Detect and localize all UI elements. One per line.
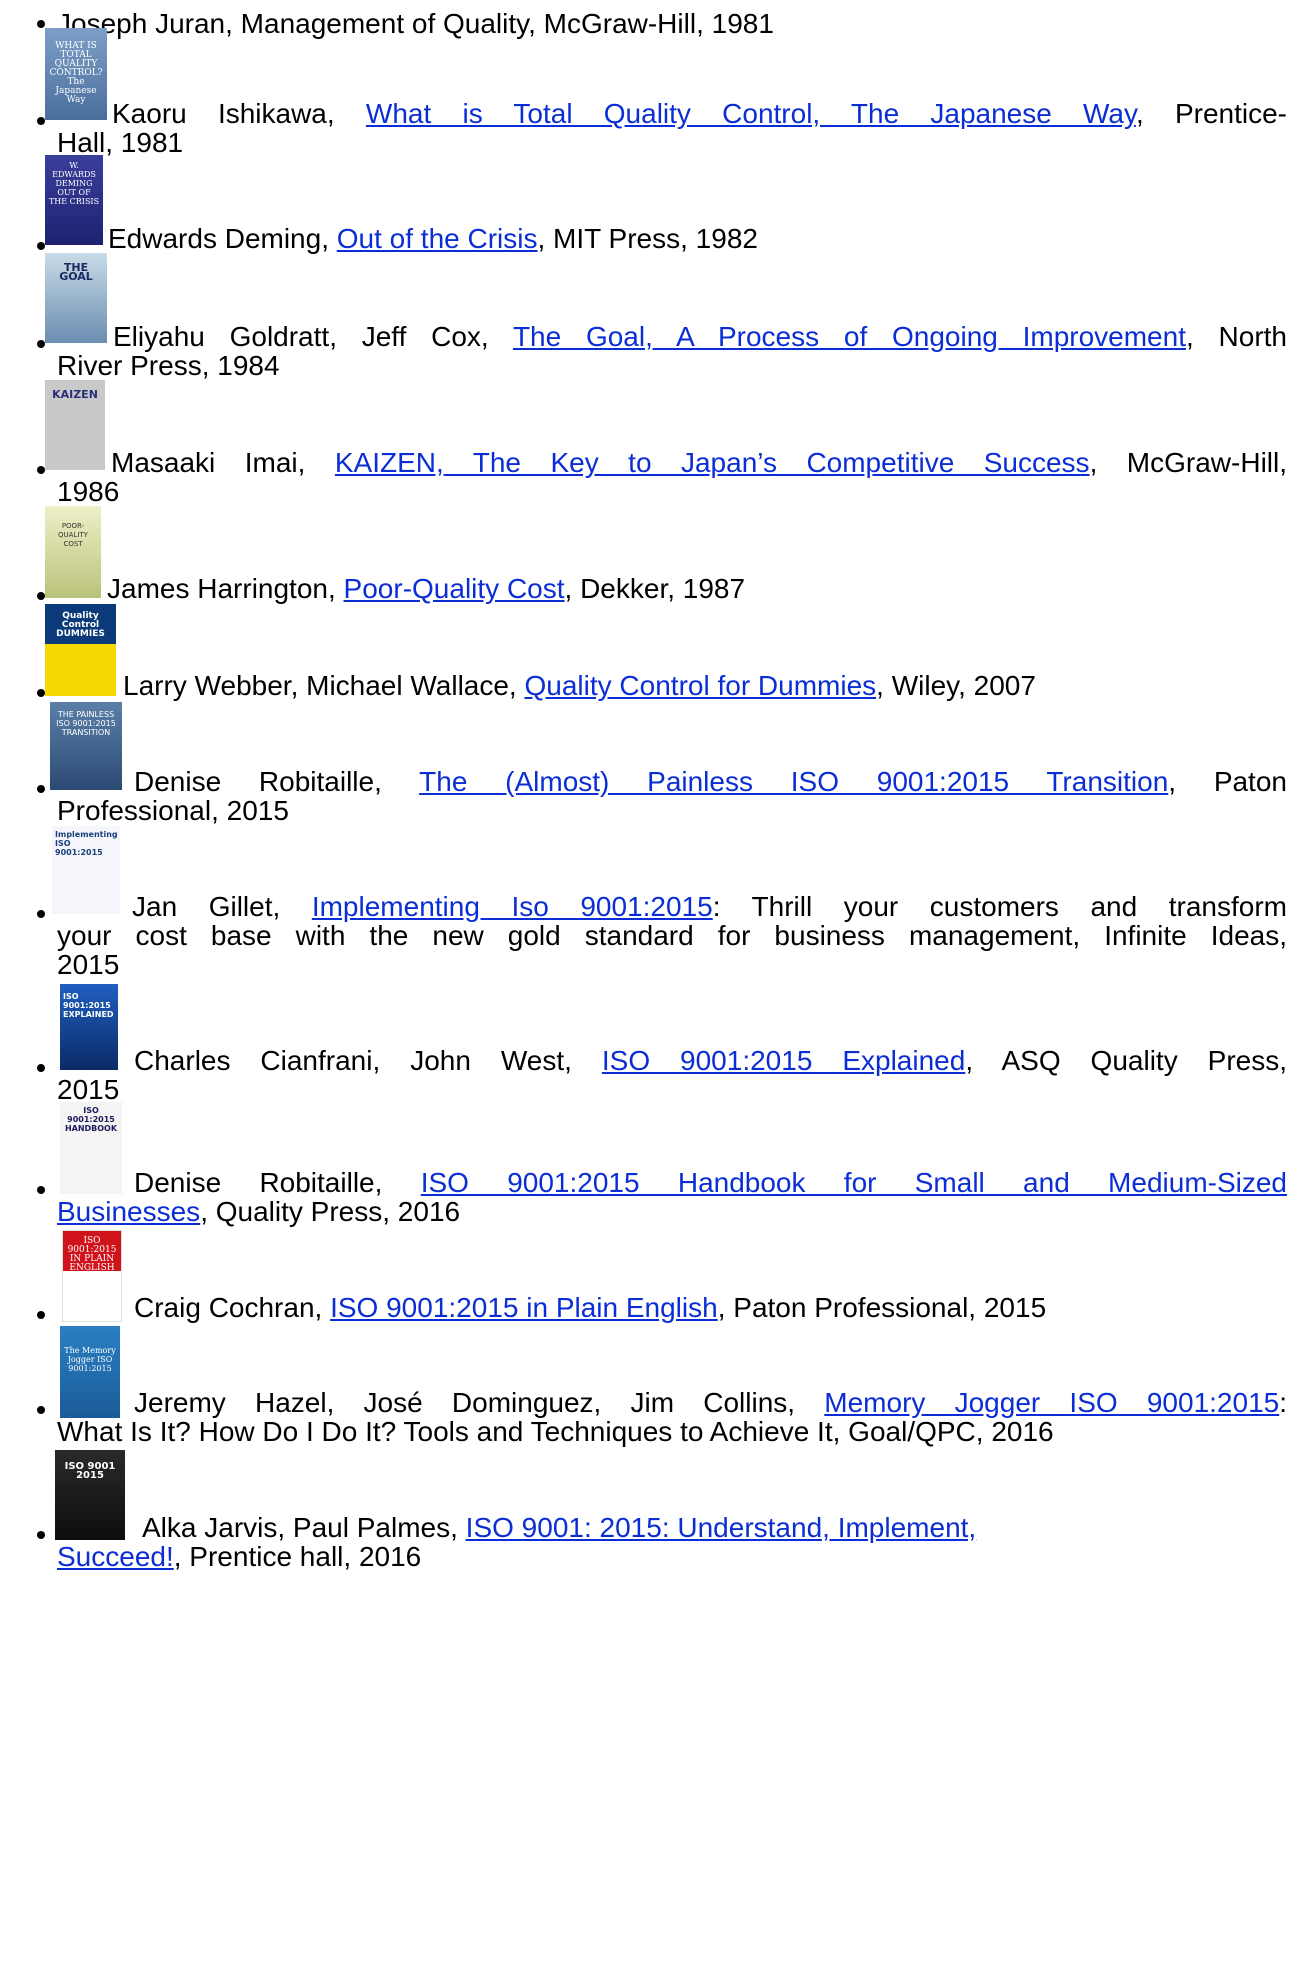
book-entry-jarvis-cont: Succeed!, Prentice hall, 2016 [57, 1541, 422, 1572]
book-entry-cochran: Craig Cochran, ISO 9001:2015 in Plain En… [134, 1292, 1047, 1323]
book-entry-harrington: James Harrington, Poor-Quality Cost, Dek… [107, 573, 746, 604]
list-bullet [37, 20, 45, 28]
book-entry-juran: Joseph Juran, Management of Quality, McG… [57, 8, 774, 39]
book-entry-cianfrani-cont: 2015 [57, 1074, 120, 1105]
list-bullet [37, 1186, 45, 1194]
list-bullet [37, 117, 45, 125]
list-bullet [37, 340, 45, 348]
book-link-jarvis-cont[interactable]: Succeed! [57, 1541, 174, 1572]
list-bullet [37, 1406, 45, 1414]
list-bullet [37, 785, 45, 793]
book-entry-robitaille-handbook-cont: Businesses, Quality Press, 2016 [57, 1196, 461, 1227]
list-bullet [37, 689, 45, 697]
book-entry-imai-cont: 1986 [57, 476, 120, 507]
book-link-harrington[interactable]: Poor-Quality Cost [344, 573, 565, 604]
book-cover-ishikawa: WHAT IS TOTAL QUALITY CONTROL? The Japan… [45, 28, 107, 120]
book-entry-deming: Edwards Deming, Out of the Crisis, MIT P… [108, 223, 758, 254]
book-cover-jarvis: ISO 9001 2015 [55, 1450, 125, 1540]
book-cover-harrington: POOR-QUALITY COST [45, 506, 101, 598]
book-cover-dummies: Quality Control DUMMIES [45, 604, 116, 696]
list-bullet [37, 592, 45, 600]
list-bullet [37, 1064, 45, 1072]
book-entry-gillet-cont2: 2015 [57, 949, 120, 980]
list-bullet [37, 1531, 45, 1539]
book-link-webber[interactable]: Quality Control for Dummies [525, 670, 877, 701]
book-cover-gillet: Implementing ISO 9001:2015 [52, 826, 120, 914]
book-link-deming[interactable]: Out of the Crisis [337, 223, 538, 254]
list-bullet [37, 466, 45, 474]
book-entry-webber: Larry Webber, Michael Wallace, Quality C… [123, 670, 1036, 701]
list-bullet [37, 910, 45, 918]
book-cover-deming: W. EDWARDS DEMING OUT OF THE CRISIS [45, 155, 103, 245]
list-bullet [37, 1311, 45, 1319]
book-link-robitaille-handbook-cont[interactable]: Businesses [57, 1196, 200, 1227]
book-entry-hazel-cont: What Is It? How Do I Do It? Tools and Te… [57, 1416, 1054, 1447]
book-cover-handbook: ISO 9001:2015 HANDBOOK [60, 1102, 122, 1194]
book-cover-cochran: ISO 9001:2015 IN PLAIN ENGLISH [62, 1230, 122, 1322]
book-entry-robitaille-painless-cont: Professional, 2015 [57, 795, 289, 826]
book-link-cochran[interactable]: ISO 9001:2015 in Plain English [330, 1292, 718, 1323]
book-cover-cianfrani: ISO 9001:2015 EXPLAINED [60, 984, 118, 1070]
book-cover-imai: KAIZEN [45, 380, 105, 470]
book-cover-painless: THE PAINLESS ISO 9001:2015 TRANSITION [50, 702, 122, 790]
book-cover-memory-jogger: The Memory Jogger ISO 9001:2015 [60, 1326, 120, 1418]
book-entry-ishikawa-cont: Hall, 1981 [57, 127, 184, 158]
book-entry-goldratt-cont: River Press, 1984 [57, 350, 280, 381]
book-cover-goldratt: THE GOAL [45, 253, 107, 343]
list-bullet [37, 242, 45, 250]
